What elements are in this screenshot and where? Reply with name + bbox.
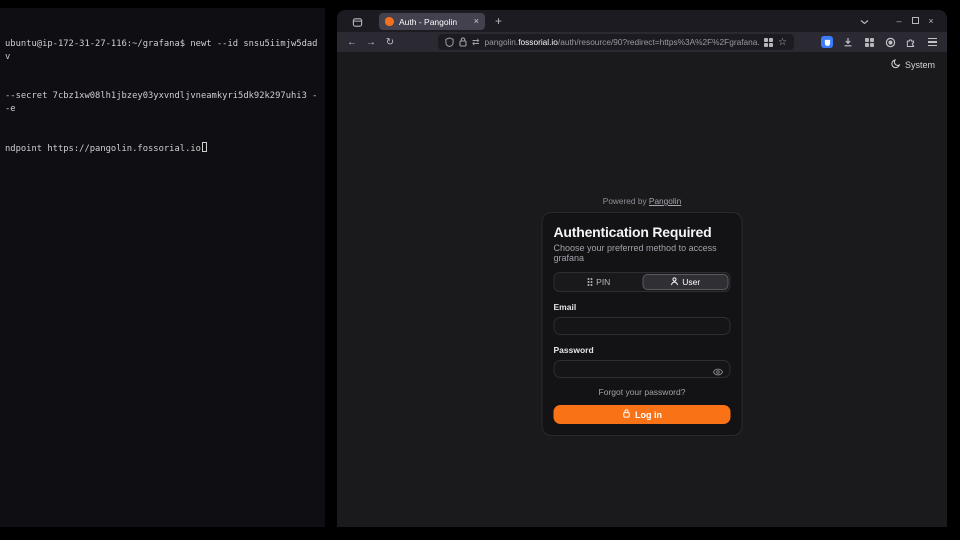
bookmark-star-icon[interactable]: ☆ <box>778 37 787 48</box>
tab-close-icon[interactable]: × <box>474 17 479 26</box>
pangolin-link[interactable]: Pangolin <box>649 196 681 206</box>
permissions-swap-icon[interactable]: ⇄ <box>472 37 480 48</box>
window-controls: – × <box>860 10 939 32</box>
downloads-icon[interactable] <box>841 35 855 49</box>
browser-window: Auth - Pangolin × + – × ← → ↻ <box>337 10 947 527</box>
card-subtitle: Choose your preferred method to access g… <box>554 243 731 263</box>
email-label: Email <box>554 302 731 312</box>
powered-by: Powered by Pangolin <box>542 196 743 206</box>
navigation-toolbar: ← → ↻ ⇄ pangolin.fossorial.io/auth/resou… <box>337 32 947 52</box>
page-content: System Powered by Pangolin Authenticatio… <box>337 52 947 527</box>
auth-card: Authentication Required Choose your pref… <box>542 212 743 436</box>
tab-bar: Auth - Pangolin × + – × <box>337 10 947 32</box>
method-tabs: PIN User <box>554 272 731 292</box>
show-password-eye-icon[interactable] <box>713 363 724 381</box>
login-lock-icon <box>622 409 630 420</box>
minimize-button[interactable]: – <box>891 16 907 26</box>
keypad-icon <box>587 278 592 286</box>
terminal-window[interactable]: ubuntu@ip-172-31-27-116:~/grafana$ newt … <box>0 8 325 527</box>
terminal-line: ndpoint https://pangolin.fossorial.io <box>5 142 320 156</box>
login-button[interactable]: Log in <box>554 405 731 424</box>
theme-toggle-label: System <box>905 60 935 70</box>
user-icon <box>670 277 678 288</box>
close-window-button[interactable]: × <box>923 16 939 26</box>
tab-pin[interactable]: PIN <box>556 274 643 290</box>
toolbar-extension-icons <box>820 35 939 49</box>
email-field[interactable] <box>554 317 731 335</box>
containers-grid-icon[interactable] <box>764 38 773 47</box>
lock-icon[interactable] <box>459 37 467 47</box>
forward-button[interactable]: → <box>364 37 378 48</box>
extensions-puzzle-icon[interactable] <box>904 35 918 49</box>
card-title: Authentication Required <box>554 224 731 240</box>
list-tabs-chevron-icon[interactable] <box>860 12 869 30</box>
url-bar[interactable]: ⇄ pangolin.fossorial.io/auth/resource/90… <box>438 34 794 50</box>
back-button[interactable]: ← <box>345 37 359 48</box>
extension-icon-blue[interactable] <box>820 35 834 49</box>
password-label: Password <box>554 345 731 355</box>
tab-user[interactable]: User <box>642 274 729 290</box>
firefox-view-icon[interactable] <box>352 15 363 33</box>
forgot-password-link[interactable]: Forgot your password? <box>554 387 731 397</box>
password-field[interactable] <box>554 360 731 378</box>
terminal-cursor <box>202 142 207 152</box>
apps-grid-icon[interactable] <box>862 35 876 49</box>
moon-icon <box>891 59 901 71</box>
maximize-button[interactable] <box>907 16 923 26</box>
url-text: pangolin.fossorial.io/auth/resource/90?r… <box>485 37 759 47</box>
circle-extension-icon[interactable] <box>883 35 897 49</box>
terminal-line: ubuntu@ip-172-31-27-116:~/grafana$ newt … <box>5 38 320 64</box>
browser-tab[interactable]: Auth - Pangolin × <box>379 13 485 30</box>
terminal-line: --secret 7cbz1xw08lh1jbzey03yxvndljvneam… <box>5 90 320 116</box>
new-tab-button[interactable]: + <box>495 13 502 29</box>
menu-hamburger-icon[interactable] <box>925 35 939 49</box>
pangolin-favicon-icon <box>385 17 394 26</box>
tab-title: Auth - Pangolin <box>399 17 469 27</box>
shield-icon[interactable] <box>445 37 454 47</box>
reload-button[interactable]: ↻ <box>383 37 397 48</box>
theme-toggle[interactable]: System <box>891 59 935 71</box>
